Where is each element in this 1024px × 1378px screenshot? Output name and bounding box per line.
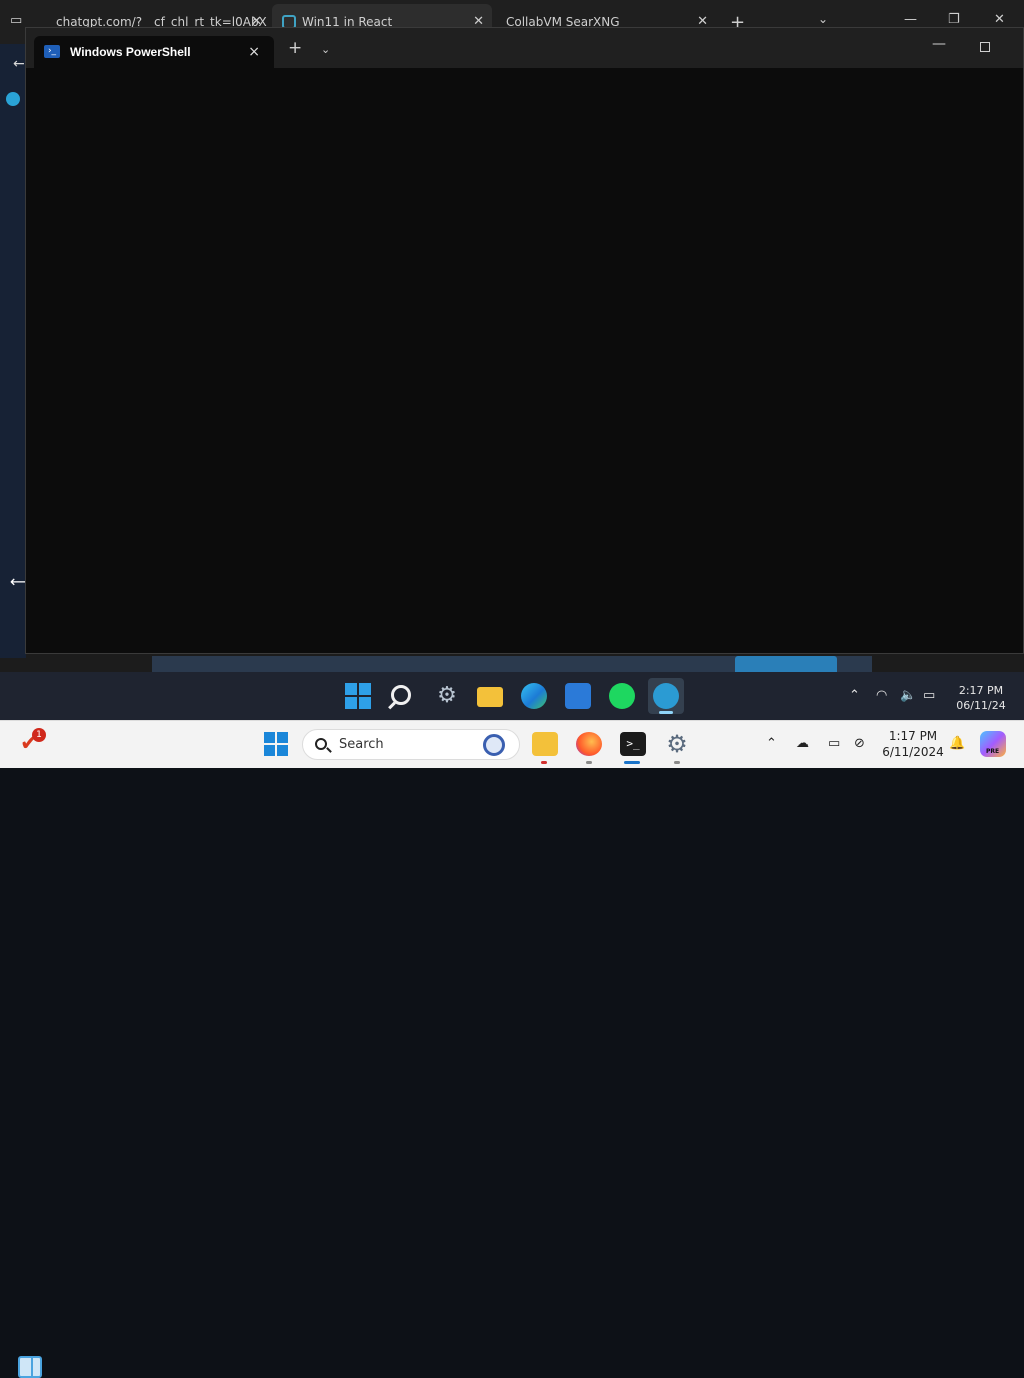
minimize-icon[interactable]: — [904,12,917,27]
new-tab-button[interactable]: + [288,38,302,58]
restore-icon[interactable]: ❐ [948,12,960,27]
host-clock-time: 1:17 PM [888,729,938,743]
app-icon[interactable] [653,683,679,709]
vm-panel-button[interactable] [735,656,837,672]
host-clock-date: 6/11/2024 [882,745,944,759]
start-icon[interactable] [264,732,288,756]
terminal-icon[interactable]: >_ [620,732,646,756]
site-icon[interactable] [6,92,20,106]
display-icon[interactable]: ▭ [828,736,840,751]
running-indicator [659,711,673,714]
minimize-icon[interactable]: — [932,36,946,52]
wifi-icon[interactable]: ◠ [876,688,887,703]
cloud-offline-icon[interactable]: ☁ [796,736,809,751]
settings-icon[interactable]: ⚙ [434,683,460,709]
powershell-icon: ›_ [44,45,60,58]
running-indicator [674,761,680,764]
notification-badge: 1 [32,728,46,742]
vm-clock-date: 06/11/24 [956,699,1006,712]
profile-dropdown-icon[interactable]: ⌄ [321,43,330,56]
terminal-tab-title: Windows PowerShell [70,45,191,59]
terminal-console[interactable] [26,68,1023,653]
search-placeholder: Search [339,737,384,752]
vm-taskbar [0,672,1024,1378]
copilot-badge: PRE [986,748,1000,755]
running-indicator [586,761,592,764]
search-highlight-icon [483,734,505,756]
vm-clock[interactable]: 2:17 PM 06/11/24 [950,683,1012,713]
back-arrow-icon[interactable]: ← [13,56,25,72]
settings-icon[interactable]: ⚙ [664,732,690,756]
edge-icon[interactable] [521,683,547,709]
terminal-title-bar[interactable]: ›_ Windows PowerShell × + ⌄ — [26,28,1023,68]
browser-side-panel [0,44,26,658]
terminal-tab[interactable]: ›_ Windows PowerShell × [34,36,274,68]
show-hidden-icons-icon[interactable]: ⌃ [849,688,860,703]
active-indicator [624,761,640,764]
terminal-window: ›_ Windows PowerShell × + ⌄ — [25,27,1024,654]
file-explorer-icon[interactable] [532,732,558,756]
firefox-icon[interactable] [576,732,602,756]
vm-clock-time: 2:17 PM [958,684,1004,697]
search-icon [315,738,327,750]
close-tab-icon[interactable]: × [248,36,260,68]
start-icon[interactable] [345,683,371,709]
widgets-icon[interactable] [18,1356,42,1378]
maximize-icon[interactable] [980,42,990,52]
show-hidden-icons-icon[interactable]: ⌃ [766,736,777,751]
file-explorer-icon[interactable] [477,687,503,707]
notifications-bell-icon[interactable]: 🔔 [949,736,965,751]
running-indicator [541,761,547,764]
tabs-dropdown-icon[interactable]: ⌄ [818,12,828,26]
host-clock[interactable]: 1:17 PM 6/11/2024 [880,728,946,760]
search-box[interactable]: Search [302,729,520,760]
store-icon[interactable] [565,683,591,709]
spotify-icon[interactable] [609,683,635,709]
volume-icon[interactable]: 🔈 [900,688,916,703]
battery-icon[interactable]: ▭ [923,688,935,703]
network-disconnected-icon[interactable]: ⊘ [854,736,865,751]
search-icon[interactable] [391,685,411,705]
close-icon[interactable]: ✕ [994,12,1005,27]
